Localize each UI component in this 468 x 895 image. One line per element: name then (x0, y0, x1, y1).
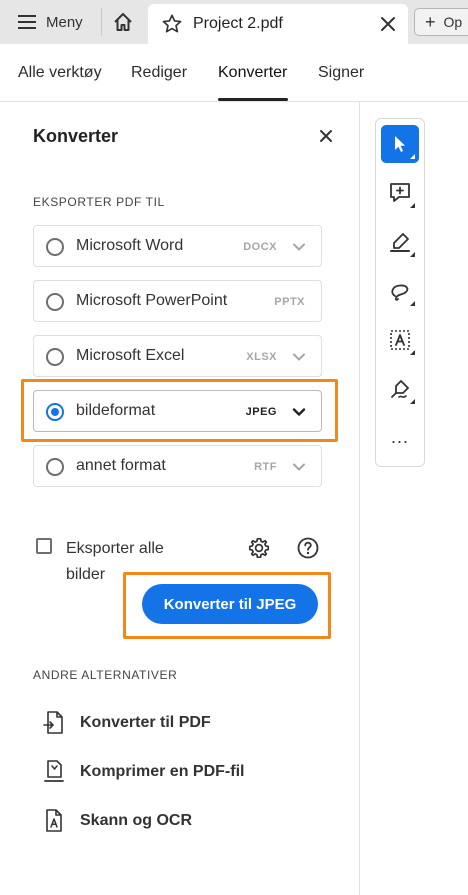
gear-icon[interactable] (247, 536, 271, 560)
convert-to-pdf-link[interactable]: Konverter til PDF (42, 710, 211, 736)
tab-bar: Meny Project 2.pdf + Op (0, 0, 468, 44)
draw-tool[interactable] (381, 272, 419, 310)
close-panel-icon[interactable] (318, 128, 334, 144)
tab-all-tools[interactable]: Alle verktøy (18, 64, 102, 82)
sign-tool[interactable] (381, 370, 419, 408)
menu-button[interactable]: Meny (0, 0, 100, 44)
comment-tool[interactable] (381, 174, 419, 212)
add-comment-icon (390, 183, 410, 202)
chevron-down-icon[interactable] (291, 459, 307, 475)
export-option-image[interactable]: bildeformat JPEG (33, 390, 322, 432)
plus-icon: + (425, 12, 436, 32)
export-option-excel[interactable]: Microsoft Excel XLSX (33, 335, 322, 377)
tools-toolbar: ... (375, 118, 425, 467)
star-icon[interactable] (161, 13, 183, 35)
compress-pdf-link[interactable]: Komprimer en PDF-fil (42, 759, 244, 785)
radio-button-selected[interactable] (46, 403, 64, 421)
radio-button[interactable] (46, 458, 64, 476)
radio-button[interactable] (46, 293, 64, 311)
convert-panel: Konverter EKSPORTER PDF TIL Microsoft Wo… (0, 102, 360, 895)
panel-title: Konverter (33, 126, 119, 146)
compress-pdf-label: Komprimer en PDF-fil (80, 763, 245, 780)
text-recognition-icon (390, 330, 410, 350)
format-badge: PPTX (274, 296, 305, 308)
export-option-word[interactable]: Microsoft Word DOCX (33, 225, 322, 267)
other-section-label: ANDRE ALTERNATIVER (33, 668, 178, 682)
home-button[interactable] (102, 0, 144, 44)
select-cursor-icon (395, 136, 405, 152)
format-badge: RTF (254, 461, 277, 473)
draw-freehand-icon (391, 284, 409, 301)
text-recognition-tool[interactable] (381, 321, 419, 359)
option-label: annet format (76, 457, 166, 474)
radio-button[interactable] (46, 348, 64, 366)
more-tools-button[interactable]: ... (376, 427, 424, 448)
select-tool[interactable] (381, 125, 419, 163)
tab-sign[interactable]: Signer (318, 64, 364, 82)
help-icon[interactable] (296, 536, 320, 560)
option-label: Microsoft Excel (76, 347, 185, 364)
format-badge: JPEG (245, 406, 277, 418)
highlight-tool[interactable] (381, 223, 419, 261)
chevron-down-icon[interactable] (291, 349, 307, 365)
format-badge: XLSX (246, 351, 277, 363)
convert-button[interactable]: Konverter til JPEG (142, 584, 318, 624)
radio-button[interactable] (46, 238, 64, 256)
chevron-down-icon[interactable] (291, 404, 307, 420)
export-option-powerpoint[interactable]: Microsoft PowerPoint PPTX (33, 280, 322, 322)
export-option-other[interactable]: annet format RTF (33, 445, 322, 487)
compress-pdf-icon (44, 760, 64, 782)
tab-convert[interactable]: Konverter (218, 64, 287, 82)
option-label: Microsoft Word (76, 237, 184, 254)
active-tab-indicator (218, 98, 288, 101)
export-all-images-checkbox[interactable] (36, 538, 52, 554)
home-icon (114, 13, 132, 31)
convert-to-pdf-label: Konverter til PDF (80, 714, 211, 731)
chevron-down-icon[interactable] (291, 239, 307, 255)
document-tab[interactable]: Project 2.pdf (148, 4, 408, 44)
export-section-label: EKSPORTER PDF TIL (33, 195, 165, 209)
option-label: bildeformat (76, 402, 156, 419)
scan-ocr-link[interactable]: Skann og OCR (42, 808, 192, 834)
highlight-pen-icon (390, 233, 410, 252)
option-label: Microsoft PowerPoint (76, 292, 228, 309)
export-all-images-label: Eksporter alle bilder (66, 540, 164, 583)
open-button[interactable]: + Op (414, 8, 468, 36)
hamburger-icon (18, 15, 36, 29)
main-nav: Alle verktøy Rediger Konverter Signer (0, 44, 468, 102)
scan-ocr-icon (46, 809, 62, 832)
convert-to-pdf-icon (43, 711, 63, 734)
close-tab-icon[interactable] (378, 14, 398, 34)
open-label: Op (443, 14, 463, 30)
sign-pen-icon (391, 380, 409, 398)
document-tab-title: Project 2.pdf (193, 15, 283, 32)
tab-edit[interactable]: Rediger (131, 64, 187, 82)
format-badge: DOCX (243, 241, 277, 253)
menu-label: Meny (46, 13, 83, 31)
scan-ocr-label: Skann og OCR (80, 812, 193, 829)
